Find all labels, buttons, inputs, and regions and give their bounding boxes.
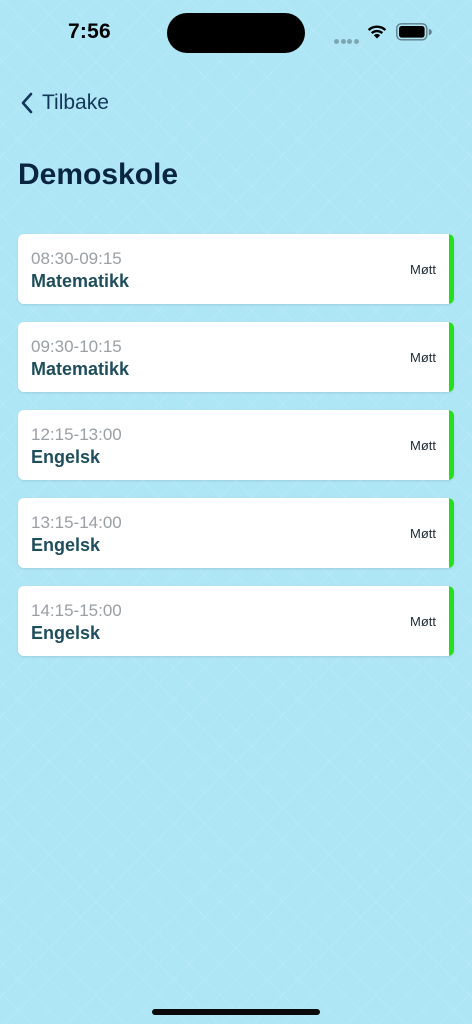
lesson-subject: Engelsk [31, 623, 101, 643]
lesson-subject: Matematikk [31, 359, 130, 379]
lesson-list: 08:30-09:15 Matematikk Møtt 09:30-10:15 … [18, 234, 454, 674]
signal-icon [334, 31, 360, 44]
lesson-card[interactable]: 12:15-13:00 Engelsk Møtt [18, 410, 454, 480]
lesson-card[interactable]: 13:15-14:00 Engelsk Møtt [18, 498, 454, 568]
status-time: 7:56 [68, 20, 111, 43]
status-indicator-bar [449, 410, 454, 480]
lesson-time: 08:30-09:15 [31, 249, 122, 268]
lesson-time: 14:15-15:00 [31, 601, 122, 620]
lesson-time: 12:15-13:00 [31, 425, 122, 444]
lesson-card[interactable]: 08:30-09:15 Matematikk Møtt [18, 234, 454, 304]
lesson-card[interactable]: 09:30-10:15 Matematikk Møtt [18, 322, 454, 392]
status-indicator-bar [449, 234, 454, 304]
back-button[interactable]: Tilbake [20, 88, 109, 118]
status-indicator-bar [449, 498, 454, 568]
attendance-status: Møtt [410, 350, 436, 365]
attendance-status: Møtt [410, 526, 436, 541]
back-label: Tilbake [42, 91, 109, 114]
lesson-time: 09:30-10:15 [31, 337, 122, 356]
battery-icon [396, 23, 432, 41]
lesson-subject: Engelsk [31, 535, 101, 555]
attendance-status: Møtt [410, 614, 436, 629]
attendance-status: Møtt [410, 438, 436, 453]
attendance-status: Møtt [410, 262, 436, 277]
page-title: Demoskole [18, 158, 179, 191]
dynamic-island [167, 13, 305, 53]
status-indicator-bar [449, 586, 454, 656]
status-indicator-bar [449, 322, 454, 392]
lesson-subject: Matematikk [31, 271, 130, 291]
status-bar: 7:56 [0, 0, 472, 64]
chevron-left-icon [21, 92, 33, 114]
home-indicator[interactable] [152, 1009, 320, 1015]
lesson-subject: Engelsk [31, 447, 101, 467]
lesson-time: 13:15-14:00 [31, 513, 122, 532]
lesson-card[interactable]: 14:15-15:00 Engelsk Møtt [18, 586, 454, 656]
wifi-icon [367, 25, 387, 39]
